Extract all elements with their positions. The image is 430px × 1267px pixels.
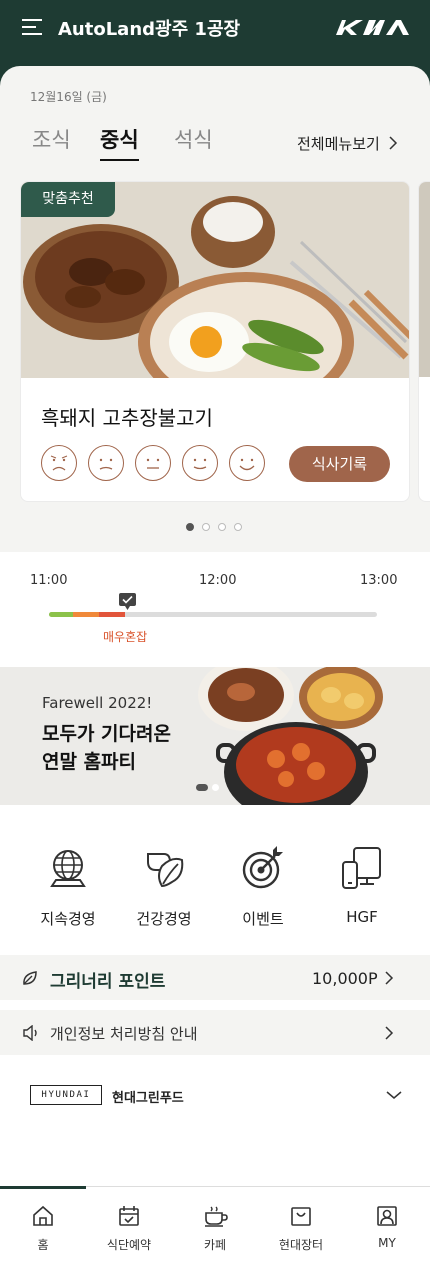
banner-dot-1[interactable] <box>196 784 208 791</box>
tab-my-label: MY <box>378 1236 396 1250</box>
rating-very-bad-icon[interactable] <box>41 445 77 481</box>
tab-cafe[interactable]: 카페 <box>172 1187 258 1267</box>
quick-event[interactable] <box>223 846 303 894</box>
time-label-1100: 11:00 <box>30 573 68 588</box>
quick-sustainability[interactable] <box>28 846 108 894</box>
banner-title-line2: 연말 홈파티 <box>42 751 137 773</box>
crowd-status: 매우혼잡 <box>103 630 148 644</box>
calendar-icon <box>119 1206 139 1226</box>
leaf-icon <box>23 971 37 985</box>
dish-name: 흑돼지 고추장불고기 <box>41 406 213 430</box>
quick-hgf[interactable] <box>322 846 402 894</box>
current-time-marker-icon <box>119 593 136 610</box>
tab-dinner[interactable]: 석식 <box>174 124 213 154</box>
tab-breakfast[interactable]: 조식 <box>32 124 71 154</box>
tab-lunch[interactable]: 중식 <box>100 124 139 161</box>
promo-banner[interactable]: Farewell 2022! 모두가 기다려온 연말 홈파티 <box>0 667 430 805</box>
crowd-low-segment <box>49 612 73 617</box>
crowd-mid-segment <box>73 612 99 617</box>
tab-market[interactable]: 현대장터 <box>258 1187 344 1267</box>
quick-hgf-label: HGF <box>346 908 378 926</box>
home-icon <box>33 1205 53 1226</box>
time-label-1300: 13:00 <box>360 573 398 588</box>
target-icon <box>242 846 283 889</box>
privacy-text: 개인정보 처리방침 안내 <box>50 1025 198 1043</box>
carousel-dot-4[interactable] <box>234 523 242 531</box>
rating-neutral-icon[interactable] <box>135 445 171 481</box>
all-menu-link[interactable]: 전체메뉴보기 <box>297 133 380 154</box>
points-title: 그리너리 포인트 <box>50 972 166 992</box>
crowd-high-segment <box>99 612 125 617</box>
tab-cafe-label: 카페 <box>203 1238 227 1252</box>
recommend-badge: 맞춤추천 <box>21 182 115 217</box>
quick-event-label: 이벤트 <box>242 910 284 928</box>
kia-logo-icon <box>336 20 409 35</box>
crowd-timeline <box>49 612 377 617</box>
tab-market-label: 현대장터 <box>278 1238 324 1252</box>
tab-home[interactable]: 홈 <box>0 1187 86 1267</box>
rating-good-icon[interactable] <box>182 445 218 481</box>
tab-meal-reservation-label: 식단예약 <box>106 1238 152 1252</box>
chevron-right-icon <box>385 971 394 985</box>
tab-home-label: 홈 <box>37 1238 49 1252</box>
next-menu-card[interactable] <box>418 181 430 502</box>
privacy-notice-bar[interactable]: 개인정보 처리방침 안내 <box>0 1010 430 1055</box>
chevron-right-icon <box>385 1026 394 1040</box>
shopping-bag-icon <box>291 1207 311 1226</box>
menu-card[interactable]: 맞춤추천 흑돼지 고추장불고기 식사기록 <box>20 181 410 502</box>
quick-health[interactable] <box>124 846 204 894</box>
devices-icon <box>342 847 381 889</box>
quick-health-label: 건강경영 <box>136 910 192 928</box>
app-title: AutoLand광주 1공장 <box>58 19 241 40</box>
rating-very-good-icon[interactable] <box>229 445 265 481</box>
banner-dot-2[interactable] <box>212 784 219 791</box>
coffee-icon <box>205 1206 228 1227</box>
quick-sustainability-label: 지속경영 <box>40 910 96 928</box>
globe-icon <box>50 850 86 887</box>
carousel-dot-2[interactable] <box>202 523 210 531</box>
hyundai-logo: HYUNDAI <box>30 1085 102 1105</box>
chevron-down-icon[interactable] <box>386 1090 402 1100</box>
meal-record-button[interactable]: 식사기록 <box>289 446 390 482</box>
meal-date: 12월16일 (금) <box>30 90 107 104</box>
company-name: 현대그린푸드 <box>112 1091 184 1106</box>
rating-bad-icon[interactable] <box>88 445 124 481</box>
user-icon <box>377 1206 397 1226</box>
speaker-icon <box>23 1025 37 1041</box>
bottom-tab-bar: 홈 식단예약 카페 현대장터 MY <box>0 1186 430 1267</box>
menu-icon[interactable] <box>22 19 42 37</box>
carousel-dot-1[interactable] <box>186 523 194 531</box>
time-label-1200: 12:00 <box>199 573 237 588</box>
banner-subtitle: Farewell 2022! <box>42 694 153 712</box>
greenery-points-bar[interactable]: 그리너리 포인트 10,000P <box>0 955 430 1000</box>
chevron-right-icon <box>389 136 398 150</box>
party-food-image <box>198 667 383 805</box>
banner-title-line1: 모두가 기다려온 <box>42 723 171 745</box>
carousel-dot-3[interactable] <box>218 523 226 531</box>
tab-meal-reservation[interactable]: 식단예약 <box>86 1187 172 1267</box>
points-value: 10,000P <box>312 969 378 988</box>
leaf-icon <box>147 853 184 888</box>
tab-my[interactable]: MY <box>344 1187 430 1267</box>
